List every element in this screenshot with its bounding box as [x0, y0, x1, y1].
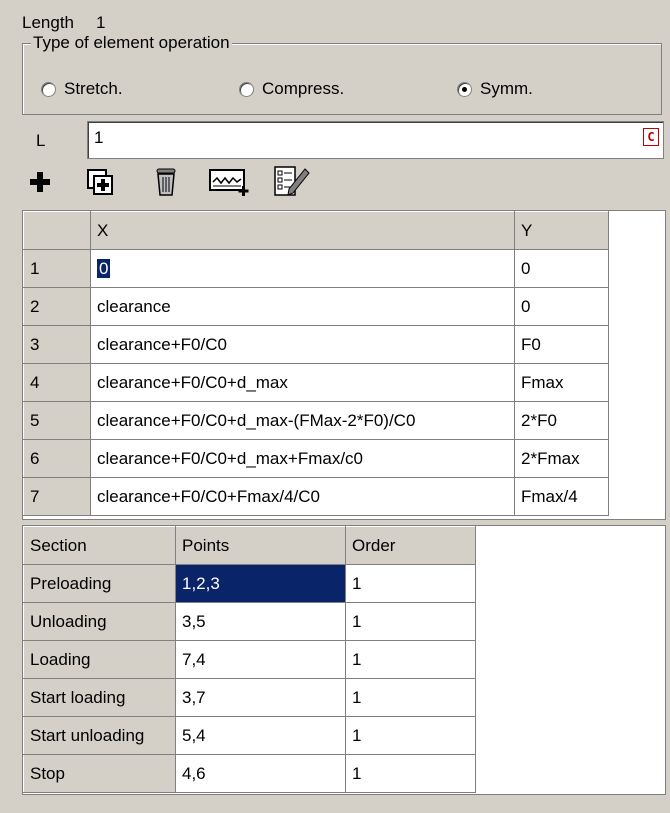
delete-icon[interactable] [148, 164, 184, 200]
row-number[interactable]: 6 [23, 439, 91, 478]
operation-type-group: Type of element operation Stretch. Compr… [22, 33, 662, 115]
table-row: Start loading 3,7 1 [23, 678, 476, 717]
l-input-value: 1 [94, 128, 104, 147]
row-number[interactable]: 7 [23, 477, 91, 516]
sections-grid: Section Points Order Preloading 1,2,3 1 … [23, 526, 476, 793]
y-cell[interactable]: Fmax [514, 363, 609, 402]
points-cell[interactable]: 1,2,3 [175, 564, 346, 603]
table-row: Loading 7,4 1 [23, 640, 476, 679]
section-name[interactable]: Preloading [23, 564, 176, 603]
radio-stretch-label: Stretch. [64, 79, 123, 98]
row-number[interactable]: 4 [23, 363, 91, 402]
points-header-row: X Y [23, 211, 609, 250]
y-cell[interactable]: 2*Fmax [514, 439, 609, 478]
row-number[interactable]: 2 [23, 287, 91, 326]
x-cell[interactable]: 0 [90, 249, 515, 288]
x-cell-selected-text: 0 [97, 258, 111, 278]
column-header-order[interactable]: Order [345, 526, 476, 565]
length-value: 1 [96, 13, 106, 32]
points-cell[interactable]: 3,5 [175, 602, 346, 641]
order-cell[interactable]: 1 [345, 640, 476, 679]
column-header-section[interactable]: Section [23, 526, 176, 565]
table-row: 3 clearance+F0/C0 F0 [23, 325, 609, 364]
y-cell[interactable]: F0 [514, 325, 609, 364]
points-cell[interactable]: 4,6 [175, 754, 346, 793]
points-table: X Y 1 0 0 2 clearance 0 3 clearance+F0/C… [22, 210, 666, 520]
x-cell[interactable]: clearance+F0/C0 [90, 325, 515, 364]
row-number[interactable]: 3 [23, 325, 91, 364]
table-row: Unloading 3,5 1 [23, 602, 476, 641]
length-label: Length [22, 13, 74, 32]
edit-list-icon[interactable] [268, 164, 314, 200]
length-row: Length 1 [22, 11, 105, 35]
points-grid: X Y 1 0 0 2 clearance 0 3 clearance+F0/C… [23, 211, 609, 516]
radio-stretch[interactable]: Stretch. [41, 76, 123, 102]
column-header-points[interactable]: Points [175, 526, 346, 565]
section-name[interactable]: Unloading [23, 602, 176, 641]
add-icon[interactable] [22, 164, 58, 200]
row-number[interactable]: 5 [23, 401, 91, 440]
section-name[interactable]: Start loading [23, 678, 176, 717]
corner-cell[interactable] [23, 211, 91, 250]
duplicate-icon[interactable] [82, 164, 118, 200]
x-cell[interactable]: clearance+F0/C0+d_max [90, 363, 515, 402]
section-name[interactable]: Stop [23, 754, 176, 793]
section-name[interactable]: Start unloading [23, 716, 176, 755]
column-header-y[interactable]: Y [514, 211, 609, 250]
table-row: Start unloading 5,4 1 [23, 716, 476, 755]
radio-compress-circle[interactable] [239, 81, 254, 97]
order-cell[interactable]: 1 [345, 678, 476, 717]
radio-symm-circle[interactable] [457, 81, 472, 97]
sections-table: Section Points Order Preloading 1,2,3 1 … [22, 525, 666, 795]
points-cell[interactable]: 7,4 [175, 640, 346, 679]
section-name[interactable]: Loading [23, 640, 176, 679]
y-cell[interactable]: Fmax/4 [514, 477, 609, 516]
order-cell[interactable]: 1 [345, 754, 476, 793]
table-row: 6 clearance+F0/C0+d_max+Fmax/c0 2*Fmax [23, 439, 609, 478]
table-row: 7 clearance+F0/C0+Fmax/4/C0 Fmax/4 [23, 477, 609, 516]
y-cell[interactable]: 0 [514, 249, 609, 288]
radio-symm[interactable]: Symm. [457, 76, 533, 102]
y-cell[interactable]: 2*F0 [514, 401, 609, 440]
order-cell[interactable]: 1 [345, 716, 476, 755]
c-button[interactable]: C [643, 128, 659, 146]
table-row: 4 clearance+F0/C0+d_max Fmax [23, 363, 609, 402]
x-cell[interactable]: clearance+F0/C0+d_max+Fmax/c0 [90, 439, 515, 478]
column-header-x[interactable]: X [90, 211, 515, 250]
table-row: 5 clearance+F0/C0+d_max-(FMax-2*F0)/C0 2… [23, 401, 609, 440]
points-cell[interactable]: 5,4 [175, 716, 346, 755]
table-row: Stop 4,6 1 [23, 754, 476, 793]
order-cell[interactable]: 1 [345, 602, 476, 641]
row-number[interactable]: 1 [23, 249, 91, 288]
table-row: 1 0 0 [23, 249, 609, 288]
x-cell[interactable]: clearance+F0/C0+d_max-(FMax-2*F0)/C0 [90, 401, 515, 440]
radio-compress-label: Compress. [262, 79, 345, 98]
graph-icon[interactable] [206, 164, 254, 200]
radio-compress[interactable]: Compress. [239, 76, 344, 102]
order-cell[interactable]: 1 [345, 564, 476, 603]
l-input[interactable]: 1 C [87, 121, 664, 159]
table-row: 2 clearance 0 [23, 287, 609, 326]
sections-header-row: Section Points Order [23, 526, 476, 565]
operation-type-title: Type of element operation [31, 33, 232, 53]
radio-stretch-circle[interactable] [41, 81, 56, 97]
x-cell[interactable]: clearance+F0/C0+Fmax/4/C0 [90, 477, 515, 516]
radio-symm-label: Symm. [480, 79, 533, 98]
l-label: L [36, 131, 46, 150]
x-cell[interactable]: clearance [90, 287, 515, 326]
y-cell[interactable]: 0 [514, 287, 609, 326]
points-cell[interactable]: 3,7 [175, 678, 346, 717]
table-row: Preloading 1,2,3 1 [23, 564, 476, 603]
